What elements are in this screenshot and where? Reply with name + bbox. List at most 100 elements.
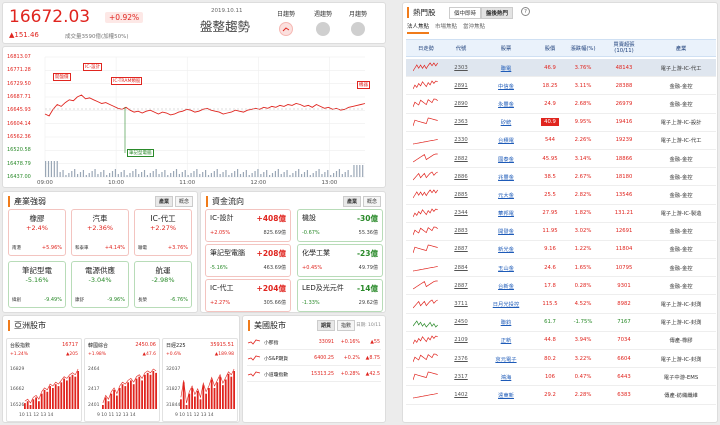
- stock-name[interactable]: 台積電: [476, 136, 536, 144]
- table-row[interactable]: 2450 聯鈞 61.7 -1.75% 7167 電子上游-IC-封測: [406, 314, 716, 332]
- stock-code[interactable]: 3711: [446, 301, 476, 307]
- stock-code[interactable]: 2891: [446, 83, 476, 89]
- us-index-row[interactable]: 小S&P期貨 6400.25 +0.2% ▲8.75: [247, 351, 381, 366]
- tab-daytrade-focus[interactable]: 當沖焦點: [463, 22, 485, 34]
- table-row[interactable]: 2376 京元電子 80.2 3.22% 6604 電子上游-IC-封測: [406, 350, 716, 369]
- stock-name[interactable]: 京元電子: [476, 355, 536, 363]
- table-row[interactable]: 2363 矽統 40.9 9.95% 19416 電子上游-IC-設計: [406, 114, 716, 132]
- stock-code[interactable]: 2886: [446, 174, 476, 180]
- table-row[interactable]: 2887 台新金 17.8 0.28% 9301 金融-金控: [406, 277, 716, 296]
- stock-code[interactable]: 2317: [446, 374, 476, 380]
- stock-code[interactable]: 2303: [446, 65, 476, 71]
- tab-institutional[interactable]: 法人焦點: [407, 22, 430, 34]
- stock-code[interactable]: 2376: [446, 356, 476, 362]
- stock-name[interactable]: 聯鈞: [476, 318, 536, 326]
- asia-market-card[interactable]: 台股指數 16717 +1.24% ▲205 16829 16662 16526 10 11 …: [6, 338, 82, 422]
- table-row[interactable]: 2883 開發金 11.95 3.02% 12691 金融-金控: [406, 223, 716, 241]
- stock-name[interactable]: 元大金: [476, 191, 536, 199]
- us-index-row[interactable]: 小道瓊指數 15313.25 +0.28% ▲42.5: [247, 367, 381, 382]
- stock-code[interactable]: 2109: [446, 337, 476, 343]
- asia-market-card[interactable]: 日經225 35915.51 +0.6% ▲189.98 32037 31827 31844…: [162, 338, 238, 422]
- table-row[interactable]: 2330 台積電 544 2.26% 19239 電子上游-IC-代工: [406, 132, 716, 150]
- stock-name[interactable]: 遠東新: [476, 391, 536, 399]
- tab-futures[interactable]: 期貨: [316, 320, 335, 331]
- stock-code[interactable]: 2344: [446, 210, 476, 216]
- table-row[interactable]: 1402 遠東新 29.2 2.28% 6383 傳產-紡織纖維: [406, 386, 716, 405]
- stock-code[interactable]: 2887: [446, 246, 476, 252]
- table-row[interactable]: 2317 鴻海 106 0.47% 6443 電子中游-EMS: [406, 368, 716, 387]
- table-row[interactable]: 3711 日月光投控 115.5 4.52% 8982 電子上游-IC-封測: [406, 295, 716, 314]
- trend-cell: [406, 389, 446, 400]
- tab-industry[interactable]: 產業: [154, 196, 173, 207]
- table-row[interactable]: 2891 中信金 18.25 3.11% 28388 金融-金控: [406, 77, 716, 96]
- tab-industry[interactable]: 產業: [342, 196, 361, 207]
- table-row[interactable]: 2882 國泰金 45.95 3.14% 18866 金融-金控: [406, 150, 716, 169]
- stock-name[interactable]: 台新金: [476, 282, 536, 290]
- fund-flow-card[interactable]: 筆記型電腦 +208億 -5.16% 463.69億: [205, 244, 291, 277]
- stock-price: 24.6: [544, 264, 556, 271]
- tab-index[interactable]: 指數: [336, 320, 355, 331]
- stock-code[interactable]: 2884: [446, 265, 476, 271]
- tab-after-hours[interactable]: 盤後熱門: [481, 7, 514, 19]
- stock-code[interactable]: 2883: [446, 228, 476, 234]
- industry-card[interactable]: 航運 -2.98% 長榮 -6.76%: [134, 261, 192, 308]
- tab-weekly-trend[interactable]: 週趨勢: [308, 9, 338, 36]
- us-index-value: 33091: [318, 339, 334, 345]
- y-axis-high: 32037: [166, 367, 181, 372]
- industry-card[interactable]: 汽車 +2.36% 和泰車 +4.14%: [71, 209, 129, 256]
- asia-market-card[interactable]: 韓國綜合 2450.06 +1.98% ▲47.6 2464 2417 2401 9 10 1…: [84, 338, 160, 422]
- volume-bar: [324, 172, 326, 177]
- tab-daily-trend[interactable]: 日趨勢: [271, 9, 301, 36]
- fund-flow-card[interactable]: LED及光元件 -14億 -1.33% 29.62億: [297, 279, 383, 312]
- stock-code[interactable]: 2887: [446, 283, 476, 289]
- stock-name[interactable]: 永豐金: [476, 100, 536, 108]
- col-pct[interactable]: 漲跌幅(%): [564, 44, 602, 52]
- stock-code[interactable]: 2890: [446, 101, 476, 107]
- stock-code[interactable]: 2882: [446, 156, 476, 162]
- stock-name[interactable]: 新光金: [476, 245, 536, 253]
- industry-card[interactable]: 電源供應 -3.04% 康舒 -9.96%: [71, 261, 129, 308]
- stock-name[interactable]: 聯電: [476, 64, 536, 72]
- stock-name[interactable]: 矽統: [476, 118, 536, 126]
- table-row[interactable]: 2303 聯電 46.9 3.76% 48143 電子上游-IC-代工: [406, 59, 716, 78]
- table-row[interactable]: 2890 永豐金 24.9 2.68% 26979 金融-金控: [406, 95, 716, 114]
- help-icon[interactable]: ?: [521, 7, 530, 16]
- industry-card[interactable]: 筆記型電 -5.16% 緯創 -9.49%: [8, 261, 66, 308]
- tab-concept[interactable]: 概念: [174, 196, 193, 207]
- stock-code[interactable]: 2330: [446, 137, 476, 143]
- table-row[interactable]: 2885 元大金 25.5 2.82% 13546 金融-金控: [406, 186, 716, 205]
- fund-flow-card[interactable]: IC-設計 +408億 +2.05% 825.69億: [205, 209, 291, 242]
- stock-name[interactable]: 中信金: [476, 82, 536, 90]
- stock-name[interactable]: 華邦電: [476, 209, 536, 217]
- us-index-row[interactable]: 小那指 33091 +0.16% ▲55: [247, 335, 381, 350]
- volume-bar: [129, 173, 131, 177]
- table-row[interactable]: 2109 正新 44.8 3.94% 7034 傳產-橡膠: [406, 332, 716, 350]
- stock-name[interactable]: 兆豐金: [476, 173, 536, 181]
- stock-name[interactable]: 日月光投控: [476, 300, 536, 308]
- table-row[interactable]: 2344 華邦電 27.95 1.82% 131.21 電子上游-IC-製造: [406, 205, 716, 223]
- stock-name[interactable]: 鴻海: [476, 373, 536, 381]
- stock-name[interactable]: 玉山金: [476, 264, 536, 272]
- tab-monthly-trend[interactable]: 月趨勢: [343, 9, 373, 36]
- tab-market-focus[interactable]: 市場焦點: [435, 22, 457, 34]
- table-row[interactable]: 2887 新光金 9.16 1.22% 11804 金融-金控: [406, 241, 716, 260]
- stock-code[interactable]: 2885: [446, 192, 476, 198]
- stock-name[interactable]: 國泰金: [476, 155, 536, 163]
- industry-card[interactable]: IC-代工 +2.27% 聯電 +3.76%: [134, 209, 192, 256]
- stock-name[interactable]: 正新: [476, 336, 536, 344]
- tab-realtime[interactable]: 個中即時: [449, 7, 482, 19]
- fund-flow-card[interactable]: 機設 -30億 -0.67% 55.36億: [297, 209, 383, 242]
- intraday-chart[interactable]: 16813.07 16771.28 16729.50 16687.71 16645.93…: [2, 46, 386, 188]
- col-price[interactable]: 股價: [536, 44, 564, 52]
- stock-name[interactable]: 開發金: [476, 227, 536, 235]
- stock-code[interactable]: 1402: [446, 392, 476, 398]
- stock-code[interactable]: 2363: [446, 119, 476, 125]
- fund-flow-card[interactable]: IC-代工 +204億 +2.27% 305.66億: [205, 279, 291, 312]
- fund-flow-card[interactable]: 化學工業 -23億 +0.45% 49.79億: [297, 244, 383, 277]
- table-row[interactable]: 2884 玉山金 24.6 1.65% 10795 金融-金控: [406, 259, 716, 278]
- stock-code[interactable]: 2450: [446, 319, 476, 325]
- col-net[interactable]: 買賣超張 (10/11): [602, 42, 646, 54]
- industry-card[interactable]: 橡膠 +2.4% 南港 +5.96%: [8, 209, 66, 256]
- table-row[interactable]: 2886 兆豐金 38.5 2.67% 18180 金融-金控: [406, 168, 716, 187]
- tab-concept[interactable]: 概念: [362, 196, 381, 207]
